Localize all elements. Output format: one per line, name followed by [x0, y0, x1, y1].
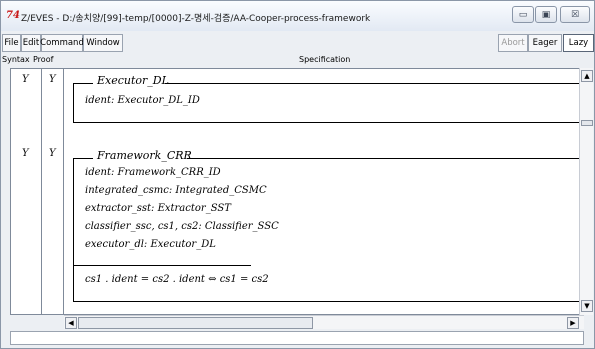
- lazy-button[interactable]: Lazy: [563, 34, 594, 52]
- horizontal-scroll-thumb[interactable]: [78, 317, 313, 329]
- schema-declaration: integrated_csmc: Integrated_CSMC: [85, 185, 267, 196]
- scroll-left-button[interactable]: ◀: [65, 317, 77, 329]
- proof-column-header: Proof: [33, 55, 54, 64]
- menu-command[interactable]: Command: [40, 34, 84, 52]
- menu-file[interactable]: File: [2, 34, 21, 52]
- syntax-column-header: Syntax: [2, 55, 30, 64]
- window-title: Z/EVES - D:/송치양/[99]-temp/[0000]-Z-명세-검증…: [21, 14, 371, 24]
- schema-predicate-divider: [73, 265, 251, 266]
- schema-declaration: extractor_sst: Extractor_SST: [85, 203, 231, 214]
- proof-column-divider: [63, 69, 64, 314]
- schema-bottom-rule: [73, 301, 579, 302]
- syntax-column-divider: [41, 69, 42, 314]
- vertical-scroll-thumb[interactable]: [581, 120, 593, 126]
- schema-top-rule: [73, 83, 93, 84]
- scroll-up-button[interactable]: ▲: [581, 70, 593, 82]
- eager-button[interactable]: Eager: [528, 34, 562, 52]
- title-bar[interactable]: 74 Z/EVES - D:/송치양/[99]-temp/[0000]-Z-명세…: [1, 1, 594, 31]
- zeves-app-icon: 74: [6, 10, 20, 21]
- abort-button[interactable]: Abort: [498, 34, 528, 52]
- schema-name: Framework_CRR: [97, 149, 192, 162]
- schema-name: Executor_DL: [97, 74, 169, 87]
- arrow-down-icon: ▼: [584, 302, 590, 310]
- minimize-icon: ▭: [518, 9, 528, 20]
- maximize-button[interactable]: ▣: [535, 6, 557, 23]
- arrow-left-icon: ◀: [68, 319, 74, 327]
- specification-column-header: Specification: [299, 55, 351, 64]
- arrow-right-icon: ▶: [570, 319, 576, 327]
- vertical-scrollbar[interactable]: ▲ ▼: [579, 68, 593, 315]
- syntax-mark[interactable]: Y: [22, 74, 29, 85]
- schema-declaration: executor_dl: Executor_DL: [85, 239, 216, 250]
- scroll-down-button[interactable]: ▼: [581, 300, 593, 312]
- specification-pane[interactable]: Y Y Executor_DL ident: Executor_DL_ID Y …: [10, 68, 580, 315]
- schema-bottom-rule: [73, 122, 579, 123]
- syntax-mark[interactable]: Y: [22, 148, 29, 159]
- schema-left-rule: [73, 158, 74, 302]
- scroll-right-button[interactable]: ▶: [567, 317, 579, 329]
- schema-top-rule: [187, 158, 579, 159]
- menu-edit[interactable]: Edit: [21, 34, 41, 52]
- command-input[interactable]: [10, 331, 584, 345]
- schema-declaration: ident: Framework_CRR_ID: [85, 167, 221, 178]
- schema-declaration: ident: Executor_DL_ID: [85, 95, 200, 106]
- schema-top-rule: [73, 158, 93, 159]
- menu-window[interactable]: Window: [83, 34, 123, 52]
- schema-predicate: cs1 . ident = cs2 . ident ⇔ cs1 = cs2: [85, 274, 269, 285]
- proof-mark[interactable]: Y: [49, 74, 56, 85]
- close-button[interactable]: ☒: [560, 6, 590, 23]
- horizontal-scrollbar[interactable]: ◀ ▶: [64, 315, 584, 329]
- zeves-window: 74 Z/EVES - D:/송치양/[99]-temp/[0000]-Z-명세…: [0, 0, 595, 349]
- minimize-button[interactable]: ▭: [512, 6, 534, 23]
- schema-left-rule: [73, 83, 74, 123]
- schema-declaration: classifier_ssc, cs1, cs2: Classifier_SSC: [85, 221, 279, 232]
- proof-mark[interactable]: Y: [49, 148, 56, 159]
- toolbar: File Edit Command Window Abort Eager Laz…: [1, 31, 594, 53]
- schema-top-rule: [165, 83, 579, 84]
- arrow-up-icon: ▲: [584, 72, 590, 80]
- maximize-icon: ▣: [541, 9, 551, 20]
- close-icon: ☒: [570, 9, 580, 20]
